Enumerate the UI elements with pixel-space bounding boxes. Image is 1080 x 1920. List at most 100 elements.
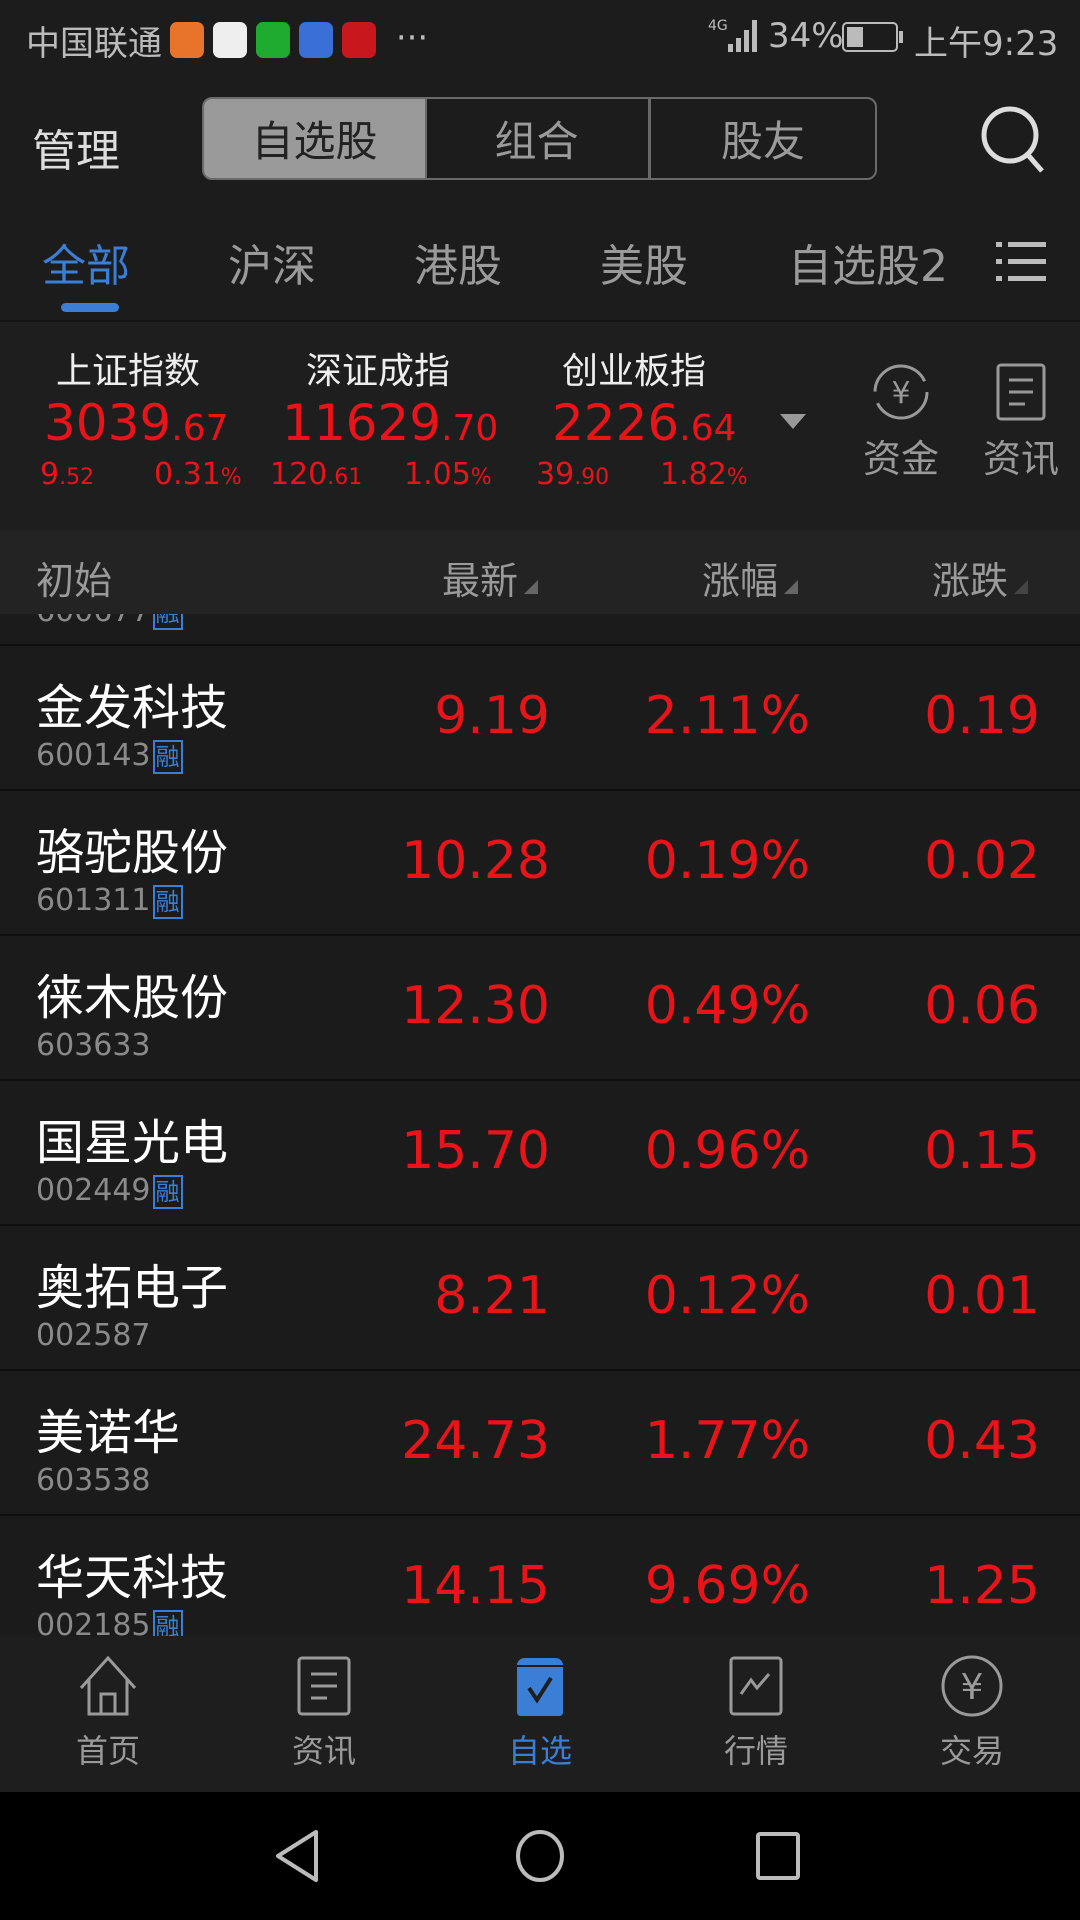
stock-row[interactable]: 国星光电 002449 融 15.70 0.96% 0.15	[0, 1079, 1080, 1224]
stock-row[interactable]: 金发科技 600143 融 9.19 2.11% 0.19	[0, 644, 1080, 789]
status-bar: 中国联通 ··· 4G 34% 上午9:23	[0, 0, 1080, 75]
index-pct: 1.05	[404, 457, 471, 492]
bottom-nav: 首页 资讯 自选 行情 ¥ 交易	[0, 1636, 1080, 1792]
tab-list-menu-icon[interactable]	[996, 240, 1050, 284]
tab-hk[interactable]: 港股	[414, 230, 502, 294]
margin-badge: 融	[152, 1174, 183, 1209]
stock-pct: 2.11%	[644, 686, 810, 746]
stock-pct: 0.19%	[644, 831, 810, 891]
funds-label: 资金	[862, 437, 939, 481]
nav-label: 行情	[723, 1732, 788, 1770]
stock-pct: 0.12%	[644, 1266, 810, 1326]
stock-price: 15.70	[401, 1121, 550, 1181]
stock-code: 002449 融	[36, 1173, 183, 1209]
margin-badge: 融	[152, 614, 183, 630]
stock-name: 国星光电	[36, 1115, 229, 1171]
index-change-int: 120	[270, 457, 328, 492]
tab-shanghai-shenzhen[interactable]: 沪深	[228, 230, 316, 294]
col-initial[interactable]: 初始	[36, 550, 112, 605]
column-header: 初始 最新 涨幅 涨跌	[0, 530, 1080, 614]
funds-button[interactable]: ¥ 资金	[858, 362, 944, 483]
stock-row[interactable]: 徕木股份 603633 12.30 0.49% 0.06	[0, 934, 1080, 1079]
margin-badge: 融	[152, 884, 183, 919]
nav-label: 资讯	[291, 1732, 356, 1770]
clock: 上午9:23	[914, 24, 1059, 64]
stock-code: 603538	[36, 1463, 151, 1498]
home-icon	[79, 1655, 137, 1716]
manage-button[interactable]: 管理	[32, 115, 120, 179]
stock-code: 603633	[36, 1028, 151, 1063]
stock-row[interactable]: 美诺华 603538 24.73 1.77% 0.43	[0, 1369, 1080, 1514]
stock-pct: 0.96%	[644, 1121, 810, 1181]
stock-price: 12.30	[401, 976, 550, 1036]
stock-change: 0.19	[924, 686, 1040, 746]
margin-badge: 融	[152, 739, 183, 774]
carrier: 中国联通	[26, 24, 162, 64]
col-change-label: 涨跌	[932, 559, 1009, 603]
pct-sign: %	[220, 465, 242, 490]
tab-watchlist2[interactable]: 自选股2	[788, 230, 946, 294]
partial-row[interactable]: 600677融	[0, 614, 1080, 644]
index-change-dec: .52	[59, 465, 95, 490]
stock-name: 奥拓电子	[36, 1260, 229, 1316]
col-change[interactable]: 涨跌	[932, 550, 1029, 605]
stock-price: 8.21	[434, 1266, 550, 1326]
index-name: 上证指数	[56, 351, 201, 392]
expand-indices-icon[interactable]	[780, 414, 806, 429]
index-value: 3039.67	[44, 394, 229, 452]
stock-row[interactable]: 华天科技 002185 融 14.15 9.69% 1.25	[0, 1514, 1080, 1636]
search-icon[interactable]	[978, 103, 1048, 175]
index-change-dec: .61	[327, 465, 363, 490]
index-pct: 1.82	[660, 457, 727, 492]
tab-us[interactable]: 美股	[600, 230, 688, 294]
stock-change: 0.15	[924, 1121, 1040, 1181]
segment-friends[interactable]: 股友	[649, 97, 877, 180]
col-price-label: 最新	[442, 559, 519, 603]
yuan-refresh-icon: ¥	[873, 364, 929, 420]
news-icon	[297, 1656, 351, 1716]
stock-change: 1.25	[924, 1556, 1040, 1616]
recents-icon[interactable]	[754, 1830, 804, 1882]
col-price[interactable]: 最新	[442, 550, 539, 605]
stock-price: 14.15	[401, 1556, 550, 1616]
pct-sign: %	[470, 465, 492, 490]
uc-browser-icon	[170, 21, 204, 58]
index-name: 深证成指	[306, 351, 451, 392]
document-icon	[996, 363, 1046, 421]
segment-portfolio[interactable]: 组合	[425, 97, 650, 180]
stock-price: 24.73	[401, 1411, 550, 1471]
svg-text:¥: ¥	[961, 1667, 984, 1708]
nav-market[interactable]: 行情	[696, 1654, 816, 1772]
stock-row[interactable]: 骆驼股份 601311 融 10.28 0.19% 0.02	[0, 789, 1080, 934]
stock-name: 华天科技	[36, 1550, 229, 1606]
stock-code: 600143 融	[36, 738, 183, 774]
nav-watchlist[interactable]: 自选	[480, 1654, 600, 1772]
stock-name: 徕木股份	[36, 970, 229, 1026]
qq-browser-icon	[213, 21, 247, 58]
segment-watchlist[interactable]: 自选股	[202, 97, 427, 180]
stock-pct: 1.77%	[644, 1411, 810, 1471]
baidu-icon	[299, 21, 333, 58]
stock-row[interactable]: 奥拓电子 002587 8.21 0.12% 0.01	[0, 1224, 1080, 1369]
app-header: 管理 自选股 组合 股友 全部 沪深 港股 美股 自选股2	[0, 75, 1080, 320]
back-icon[interactable]	[272, 1828, 322, 1884]
nav-home[interactable]: 首页	[48, 1654, 168, 1772]
signal-icon	[728, 20, 757, 52]
index-value-dec: .64	[679, 408, 737, 449]
news-button[interactable]: 资讯	[978, 362, 1064, 483]
sort-icon	[784, 580, 799, 594]
active-tab-indicator	[61, 303, 119, 312]
tab-all[interactable]: 全部	[42, 230, 130, 294]
nav-news[interactable]: 资讯	[264, 1654, 384, 1772]
index-change-dec: .90	[574, 465, 610, 490]
index-pct: 0.31	[154, 457, 221, 492]
nav-label: 首页	[75, 1732, 140, 1770]
stock-change: 0.06	[924, 976, 1040, 1036]
home-circle-icon[interactable]	[512, 1828, 568, 1884]
col-pct[interactable]: 涨幅	[702, 550, 799, 605]
more-notifications: ···	[395, 18, 429, 58]
nav-trade[interactable]: ¥ 交易	[912, 1654, 1032, 1772]
battery-icon	[842, 22, 903, 52]
system-nav-bar	[0, 1792, 1080, 1920]
stock-change: 0.02	[924, 831, 1040, 891]
